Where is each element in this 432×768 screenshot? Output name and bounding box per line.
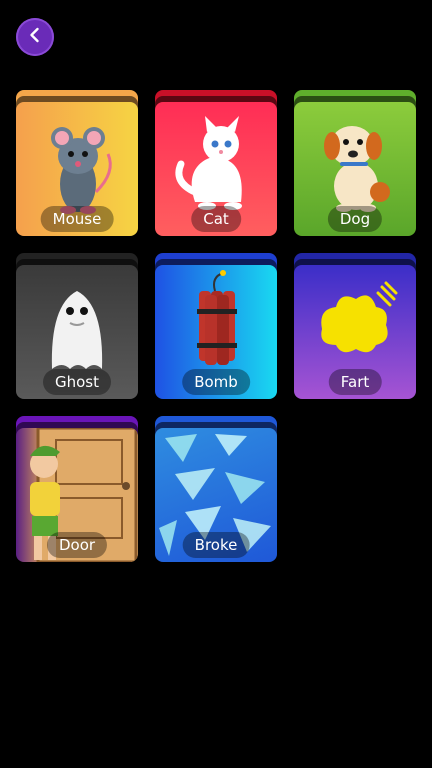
card-bomb[interactable]: Bomb xyxy=(155,253,277,399)
card-label: Ghost xyxy=(42,369,112,395)
card-face: Fart xyxy=(294,265,416,399)
card-face: Cat xyxy=(155,102,277,236)
card-face: Mouse xyxy=(16,102,138,236)
card-label: Bomb xyxy=(182,369,250,395)
card-broke[interactable]: Broke xyxy=(155,416,277,562)
card-label: Door xyxy=(46,532,108,558)
card-ghost[interactable]: Ghost xyxy=(16,253,138,399)
card-face: Bomb xyxy=(155,265,277,399)
card-face: Broke xyxy=(155,428,277,562)
back-button[interactable] xyxy=(16,18,54,56)
card-label: Dog xyxy=(327,206,383,232)
card-door[interactable]: Door xyxy=(16,416,138,562)
card-face: Ghost xyxy=(16,265,138,399)
card-face: Dog xyxy=(294,102,416,236)
card-label: Cat xyxy=(191,206,241,232)
card-mouse[interactable]: Mouse xyxy=(16,90,138,236)
card-fart[interactable]: Fart xyxy=(294,253,416,399)
card-label: Mouse xyxy=(40,206,114,232)
card-dog[interactable]: Dog xyxy=(294,90,416,236)
card-cat[interactable]: Cat xyxy=(155,90,277,236)
card-label: Broke xyxy=(182,532,250,558)
chevron-left-icon xyxy=(26,26,44,48)
card-face: Door xyxy=(16,428,138,562)
card-label: Fart xyxy=(328,369,382,395)
